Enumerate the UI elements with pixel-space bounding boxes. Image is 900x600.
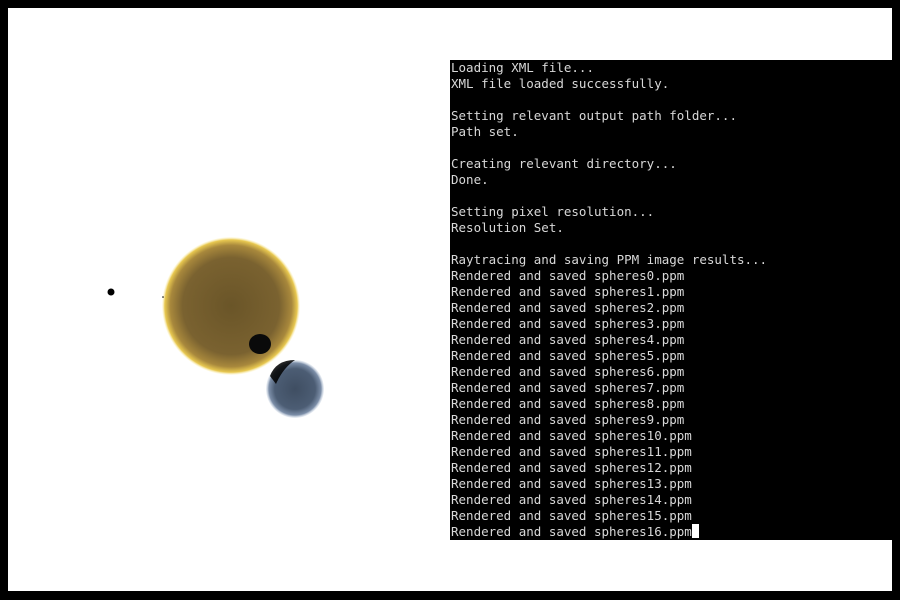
console-line: Rendered and saved spheres7.ppm	[451, 380, 892, 396]
console-line-text: Rendered and saved spheres13.ppm	[451, 476, 692, 491]
console-line-text: Raytracing and saving PPM image results.…	[451, 252, 768, 267]
console-output: Loading XML file... XML file loaded succe…	[450, 60, 892, 540]
console-line-text: Rendered and saved spheres16.ppm	[451, 524, 692, 539]
raytraced-scene	[8, 8, 448, 591]
console-line: Loading XML file...	[451, 60, 892, 76]
console-line-text: Creating relevant directory...	[451, 156, 677, 171]
window-frame: Loading XML file... XML file loaded succe…	[0, 0, 900, 600]
console-line-text: Rendered and saved spheres9.ppm	[451, 412, 685, 427]
console-line-text: Rendered and saved spheres14.ppm	[451, 492, 692, 507]
console-line-text: Rendered and saved spheres6.ppm	[451, 364, 685, 379]
console-line-text: Rendered and saved spheres10.ppm	[451, 428, 692, 443]
console-line-text: Rendered and saved spheres11.ppm	[451, 444, 692, 459]
console-line: Rendered and saved spheres11.ppm	[451, 444, 892, 460]
console-line-text: Rendered and saved spheres4.ppm	[451, 332, 685, 347]
console-line-text: Setting pixel resolution...	[451, 204, 655, 219]
console-line: Rendered and saved spheres16.ppm	[451, 524, 892, 540]
console-line: Rendered and saved spheres3.ppm	[451, 316, 892, 332]
console-line: Rendered and saved spheres6.ppm	[451, 364, 892, 380]
console-line-text: Rendered and saved spheres3.ppm	[451, 316, 685, 331]
console-line-text: Rendered and saved spheres2.ppm	[451, 300, 685, 315]
console-line: Raytracing and saving PPM image results.…	[451, 252, 892, 268]
console-line: Setting pixel resolution...	[451, 204, 892, 220]
tiny-black-sphere	[107, 288, 115, 296]
console-line: Rendered and saved spheres9.ppm	[451, 412, 892, 428]
console-line: XML file loaded successfully.	[451, 76, 892, 92]
console-line: Rendered and saved spheres4.ppm	[451, 332, 892, 348]
small-dark-sphere	[249, 334, 271, 354]
console-line: Rendered and saved spheres14.ppm	[451, 492, 892, 508]
tiny-black-dot	[162, 296, 164, 298]
console-line: Creating relevant directory...	[451, 156, 892, 172]
console-line-text: Done.	[451, 172, 489, 187]
console-line-text: Path set.	[451, 124, 519, 139]
console-line: Rendered and saved spheres12.ppm	[451, 460, 892, 476]
large-gold-sphere	[162, 237, 300, 375]
console-line: Done.	[451, 172, 892, 188]
console-line: Rendered and saved spheres13.ppm	[451, 476, 892, 492]
render-viewport: Loading XML file... XML file loaded succe…	[8, 8, 892, 591]
console-line: Rendered and saved spheres10.ppm	[451, 428, 892, 444]
console-line-text: Rendered and saved spheres0.ppm	[451, 268, 685, 283]
console-line-text: Rendered and saved spheres7.ppm	[451, 380, 685, 395]
console-line: Rendered and saved spheres8.ppm	[451, 396, 892, 412]
text-cursor	[691, 524, 699, 538]
console-line-text: Rendered and saved spheres5.ppm	[451, 348, 685, 363]
console-line-text: Loading XML file...	[451, 60, 594, 75]
console-line-text: Rendered and saved spheres8.ppm	[451, 396, 685, 411]
console-line: Setting relevant output path folder...	[451, 108, 892, 124]
console-line-text: Resolution Set.	[451, 220, 564, 235]
scene-canvas	[107, 237, 324, 418]
console-line: Rendered and saved spheres2.ppm	[451, 300, 892, 316]
console-line: Rendered and saved spheres5.ppm	[451, 348, 892, 364]
console-line: Path set.	[451, 124, 892, 140]
console-line: Resolution Set.	[451, 220, 892, 236]
console-line: Rendered and saved spheres1.ppm	[451, 284, 892, 300]
console-line-text: Rendered and saved spheres15.ppm	[451, 508, 692, 523]
console-line: Rendered and saved spheres0.ppm	[451, 268, 892, 284]
console-line-text: Rendered and saved spheres12.ppm	[451, 460, 692, 475]
console-line: Rendered and saved spheres15.ppm	[451, 508, 892, 524]
console-line-text: XML file loaded successfully.	[451, 76, 670, 91]
console-line-text: Setting relevant output path folder...	[451, 108, 737, 123]
console-line-text: Rendered and saved spheres1.ppm	[451, 284, 685, 299]
